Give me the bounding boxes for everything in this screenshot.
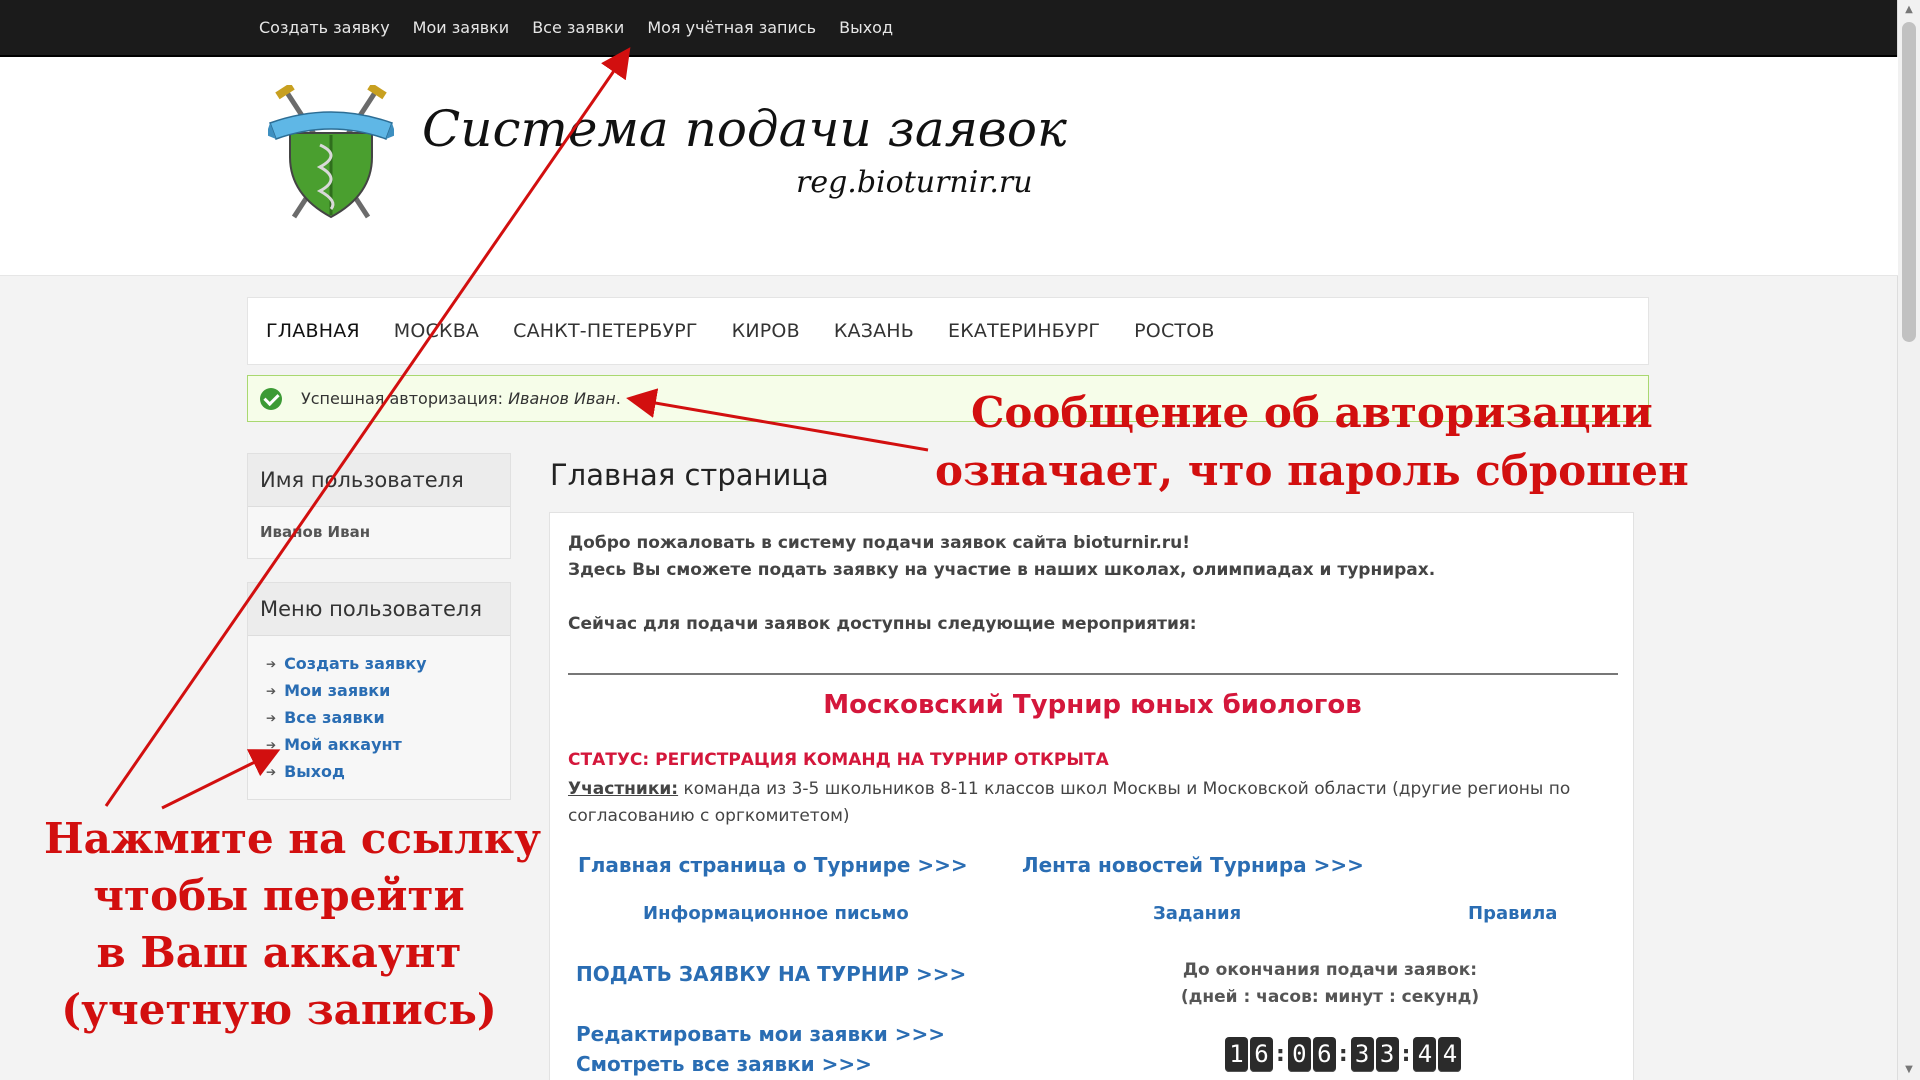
countdown-separator: : — [1401, 1042, 1411, 1067]
arrow-right-icon: ➔ — [266, 656, 277, 671]
arrow-right-icon: ➔ — [266, 737, 277, 752]
page-title: Главная страница — [550, 458, 829, 492]
edit-my-requests-link[interactable]: Редактировать мои заявки >>> — [576, 1022, 945, 1046]
tournament-shield-logo-icon[interactable] — [266, 82, 396, 223]
user-menu-item: ➔ Мой аккаунт — [266, 731, 510, 758]
divider — [568, 673, 1618, 675]
topnav-my-account-link[interactable]: Моя учётная запись — [647, 18, 816, 37]
annotation-line: означает, что пароль сброшен — [935, 446, 1689, 495]
countdown-digit: 4 — [1413, 1037, 1437, 1072]
tasks-link[interactable]: Задания — [1153, 903, 1241, 924]
user-name-block: Имя пользователя Иванов Иван — [247, 453, 511, 559]
user-menu-my-requests-link[interactable]: Мои заявки — [284, 681, 390, 700]
annotation-line: (учетную запись) — [61, 985, 497, 1034]
user-menu-item: ➔ Все заявки — [266, 704, 510, 731]
user-menu-create-request-link[interactable]: Создать заявку — [284, 654, 427, 673]
countdown-digit: 3 — [1350, 1037, 1374, 1072]
countdown-separator: : — [1338, 1042, 1348, 1067]
topnav-all-requests-link[interactable]: Все заявки — [532, 18, 624, 37]
rules-link[interactable]: Правила — [1468, 903, 1557, 924]
countdown-caption: До окончания подачи заявок: — [1182, 960, 1478, 980]
user-block-title: Имя пользователя — [248, 454, 510, 507]
auth-success-text: Успешная авторизация: Иванов Иван. — [301, 389, 621, 408]
topnav-create-request-link[interactable]: Создать заявку — [259, 18, 390, 37]
event-title: Московский Турнир юных биологов — [823, 690, 1362, 720]
tournament-main-page-link[interactable]: Главная страница о Турнире >>> — [578, 853, 968, 877]
site-header: Система подачи заявок reg.bioturnir.ru — [0, 57, 1898, 276]
topnav-logout-link[interactable]: Выход — [839, 18, 893, 37]
scroll-up-icon[interactable]: ▲ — [1898, 0, 1920, 20]
user-name: Иванов Иван — [260, 523, 371, 541]
user-menu-block: Меню пользователя ➔ Создать заявку ➔ Мои з… — [247, 582, 511, 800]
submit-request-link[interactable]: ПОДАТЬ ЗАЯВКУ НА ТУРНИР >>> — [576, 962, 966, 986]
vertical-scrollbar[interactable]: ▲ ▼ — [1897, 0, 1920, 1080]
user-menu-item: ➔ Выход — [266, 758, 510, 785]
annotation-account-link: Нажмите на ссылку чтобы перейти в Ваш ак… — [44, 810, 541, 1038]
arrow-right-icon: ➔ — [266, 710, 277, 725]
countdown-digit: 4 — [1438, 1037, 1462, 1072]
city-menu: ГЛАВНАЯ МОСКВА САНКТ-ПЕТЕРБУРГ КИРОВ КАЗ… — [247, 297, 1649, 365]
check-circle-icon — [260, 387, 282, 410]
welcome-description: Здесь Вы сможете подать заявку на участи… — [568, 560, 1436, 580]
annotation-line: Сообщение об авторизации — [970, 388, 1653, 437]
countdown-digit: 1 — [1225, 1037, 1248, 1072]
annotation-auth-message: Сообщение об авторизации означает, что п… — [935, 384, 1689, 500]
city-tab-kazan[interactable]: КАЗАНЬ — [834, 320, 914, 342]
user-menu-item: ➔ Создать заявку — [266, 650, 510, 677]
user-menu-title: Меню пользователя — [248, 583, 510, 636]
welcome-text: Добро пожаловать в систему подачи заявок… — [568, 533, 1191, 553]
site-title: Система подачи заявок — [422, 100, 1067, 158]
countdown-digit: 0 — [1287, 1037, 1311, 1072]
countdown-digit: 3 — [1375, 1037, 1399, 1072]
countdown-timer: 1 6 : 0 6 : 3 3 : 4 4 — [1225, 1037, 1463, 1072]
countdown-digit: 6 — [1250, 1037, 1273, 1072]
available-events-text: Сейчас для подачи заявок доступны следую… — [568, 614, 1197, 634]
registration-status: СТАТУС: РЕГИСТРАЦИЯ КОМАНД НА ТУРНИР ОТК… — [568, 750, 1109, 770]
user-menu-all-requests-link[interactable]: Все заявки — [284, 708, 385, 727]
participants-text: Участники: команда из 3-5 школьников 8-1… — [568, 779, 1571, 826]
tournament-news-link[interactable]: Лента новостей Турнира >>> — [1022, 853, 1364, 877]
annotation-line: в Ваш аккаунт — [96, 928, 462, 977]
countdown-units-caption: (дней : часов: минут : секунд) — [1180, 987, 1480, 1007]
city-tab-moscow[interactable]: МОСКВА — [394, 320, 479, 342]
city-tab-saint-petersburg[interactable]: САНКТ-ПЕТЕРБУРГ — [513, 320, 698, 342]
countdown-separator: : — [1276, 1042, 1285, 1067]
city-tab-yekaterinburg[interactable]: ЕКАТЕРИНБУРГ — [948, 320, 1100, 342]
main-content: Добро пожаловать в систему подачи заявок… — [549, 512, 1634, 1080]
user-menu: ➔ Создать заявку ➔ Мои заявки ➔ Все заявки … — [248, 636, 510, 785]
site-subtitle: reg.bioturnir.ru — [796, 165, 1033, 200]
user-menu-my-account-link[interactable]: Мой аккаунт — [284, 735, 402, 754]
city-tab-main[interactable]: ГЛАВНАЯ — [266, 320, 360, 342]
countdown-digit: 6 — [1312, 1037, 1336, 1072]
info-letter-link[interactable]: Информационное письмо — [643, 903, 909, 924]
view-all-requests-link[interactable]: Смотреть все заявки >>> — [576, 1052, 872, 1076]
arrow-right-icon: ➔ — [266, 683, 277, 698]
arrow-right-icon: ➔ — [266, 764, 277, 779]
annotation-line: Нажмите на ссылку — [44, 814, 541, 863]
scrollbar-thumb[interactable] — [1902, 22, 1916, 342]
top-navbar: Создать заявку Мои заявки Все заявки Моя… — [0, 0, 1898, 57]
city-tab-rostov[interactable]: РОСТОВ — [1134, 320, 1214, 342]
topnav-my-requests-link[interactable]: Мои заявки — [413, 18, 510, 37]
scroll-down-icon[interactable]: ▼ — [1898, 1060, 1920, 1080]
city-tab-kirov[interactable]: КИРОВ — [732, 320, 800, 342]
user-menu-logout-link[interactable]: Выход — [284, 762, 345, 781]
user-menu-item: ➔ Мои заявки — [266, 677, 510, 704]
annotation-line: чтобы перейти — [93, 871, 465, 920]
top-nav: Создать заявку Мои заявки Все заявки Моя… — [259, 0, 893, 55]
